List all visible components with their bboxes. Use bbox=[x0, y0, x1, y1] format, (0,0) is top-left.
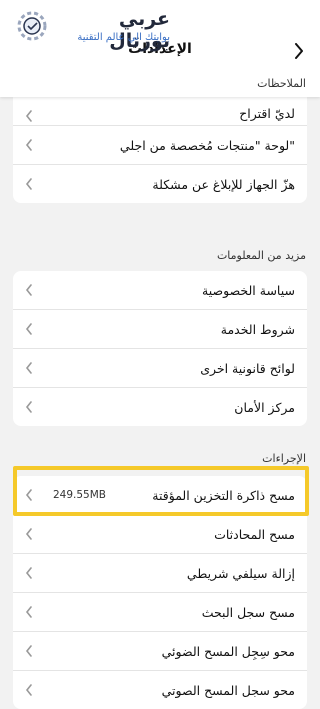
row-label: لديّ اقتراح bbox=[239, 106, 295, 121]
list-item-custom-products[interactable]: لوحة "منتجات مُخصصة من اجلي" bbox=[13, 126, 307, 165]
chevron-left-icon bbox=[25, 645, 32, 657]
list-item-clear-chats[interactable]: مسح المحادثات bbox=[13, 515, 307, 554]
chevron-left-icon bbox=[25, 401, 32, 413]
chevron-left-icon bbox=[25, 323, 32, 335]
gear-logo-icon bbox=[17, 11, 47, 41]
list-item-safety-center[interactable]: مركز الأمان bbox=[13, 388, 307, 426]
row-label: شروط الخدمة bbox=[220, 321, 295, 337]
chevron-left-icon bbox=[25, 362, 32, 374]
chevron-left-icon bbox=[25, 567, 32, 579]
list-item-terms[interactable]: شروط الخدمة bbox=[13, 310, 307, 349]
row-label: مسح سجل البحث bbox=[201, 604, 295, 620]
row-label: محو سجل المسح الصوتي bbox=[161, 682, 295, 698]
row-label: سياسة الخصوصية bbox=[202, 282, 295, 298]
chevron-left-icon bbox=[25, 139, 32, 151]
list-item-legal[interactable]: لوائح قانونية اخرى bbox=[13, 349, 307, 388]
row-label: هزّ الجهاز للإبلاغ عن مشكلة bbox=[152, 176, 295, 192]
watermark-brand: عربي بورتال bbox=[109, 8, 170, 52]
row-label: مسح المحادثات bbox=[214, 526, 295, 542]
row-label: إزالة سيلفي شريطي bbox=[186, 565, 295, 581]
chevron-left-icon bbox=[25, 684, 32, 696]
chevron-left-icon bbox=[25, 528, 32, 540]
section-label-more-info: مزيد من المعلومات bbox=[216, 249, 306, 262]
list-item-privacy-policy[interactable]: سياسة الخصوصية bbox=[13, 271, 307, 310]
highlight-frame bbox=[13, 466, 309, 516]
chevron-left-icon bbox=[25, 284, 32, 296]
more-info-group: سياسة الخصوصية شروط الخدمة لوائح قانونية… bbox=[13, 271, 307, 426]
chevron-left-icon bbox=[25, 110, 32, 122]
list-item-clear-scan-history[interactable]: محو سِجِل المسح الضوئي bbox=[13, 632, 307, 671]
row-label: لوحة "منتجات مُخصصة من اجلي" bbox=[119, 137, 295, 153]
list-item-clear-search-history[interactable]: مسح سجل البحث bbox=[13, 593, 307, 632]
row-label: لوائح قانونية اخرى bbox=[200, 360, 295, 376]
list-item-shake-report[interactable]: هزّ الجهاز للإبلاغ عن مشكلة bbox=[13, 165, 307, 203]
row-label: محو سِجِل المسح الضوئي bbox=[161, 643, 295, 659]
chevron-left-icon bbox=[25, 606, 32, 618]
watermark-tagline: بوابتك الي عالم التقنية bbox=[77, 32, 170, 43]
watermark-logo: عربي بورتال بوابتك الي عالم التقنية bbox=[10, 4, 170, 52]
row-label: مركز الأمان bbox=[234, 399, 295, 415]
chevron-left-icon bbox=[25, 178, 32, 190]
list-item-clear-voice-scan-history[interactable]: محو سجل المسح الصوتي bbox=[13, 671, 307, 709]
notes-group: لديّ اقتراح لوحة "منتجات مُخصصة من اجلي"… bbox=[13, 88, 307, 203]
section-label-actions: الإجراءات bbox=[262, 452, 306, 465]
list-item-remove-selfie[interactable]: إزالة سيلفي شريطي bbox=[13, 554, 307, 593]
section-label-notes: الملاحظات bbox=[257, 77, 306, 90]
